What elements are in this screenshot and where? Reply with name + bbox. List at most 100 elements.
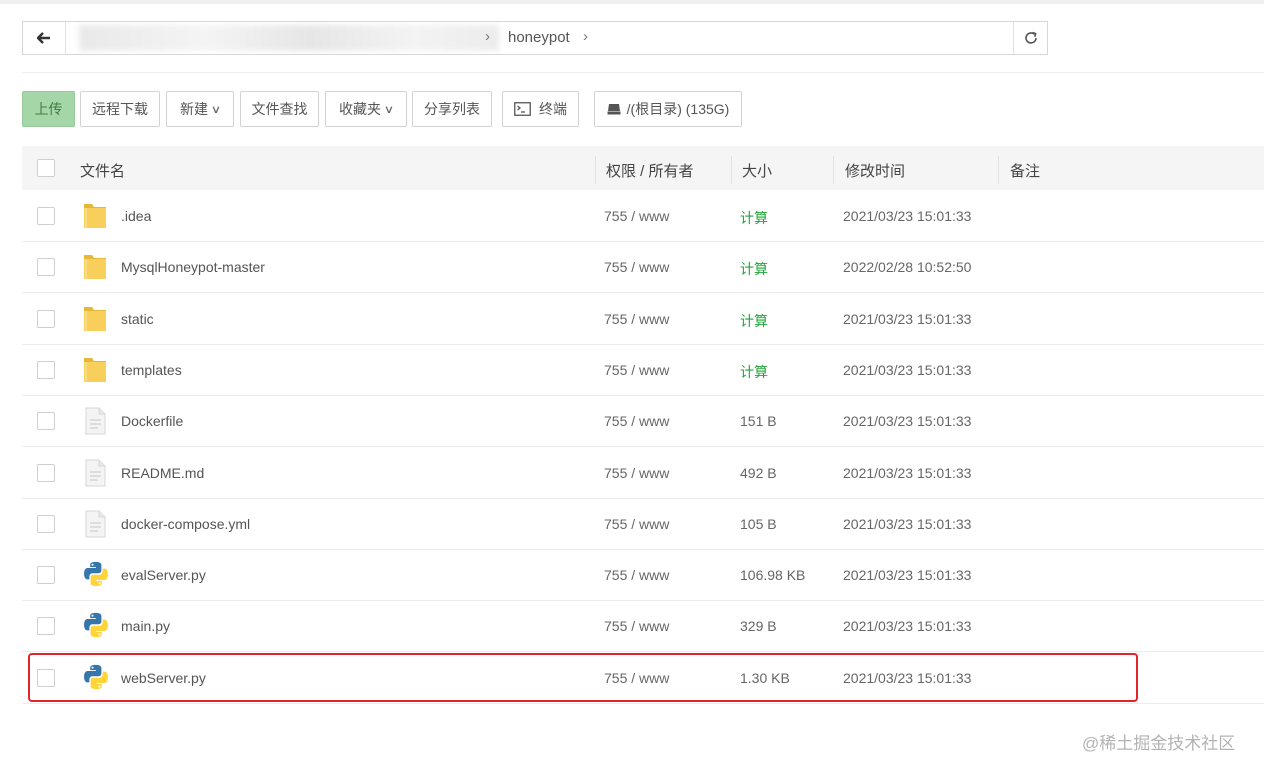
file-mtime: 2021/03/23 15:01:33 (843, 361, 972, 378)
file-name[interactable]: MysqlHoneypot-master (121, 259, 265, 275)
upload-button[interactable]: 上传 (22, 91, 75, 127)
file-mtime: 2021/03/23 15:01:33 (843, 208, 972, 224)
row-checkbox[interactable] (37, 617, 55, 636)
size-calculate-link[interactable]: 计算 (740, 208, 768, 228)
column-divider (998, 156, 999, 184)
table-row[interactable]: evalServer.py 755 / www 106.98 KB 2021/03/2… (22, 550, 1264, 602)
file-name[interactable]: webServer.py (121, 670, 206, 686)
chevron-down-icon: ∨ (383, 103, 395, 116)
file-name[interactable]: docker-compose.yml (121, 516, 250, 532)
file-size: 329 B (740, 618, 777, 635)
file-size: 1.30 KB (740, 669, 790, 686)
file-mtime: 2021/03/23 15:01:33 (843, 310, 972, 327)
file-permission[interactable]: 755 / www (604, 465, 669, 481)
row-checkbox[interactable] (37, 514, 55, 533)
file-mtime: 2021/03/23 15:01:33 (843, 515, 972, 532)
file-permission[interactable]: 755 / www (604, 208, 669, 224)
folder-icon (82, 201, 108, 231)
file-size: 151 B (740, 413, 777, 430)
file-name[interactable]: Dockerfile (121, 413, 183, 429)
upload-label: 上传 (34, 101, 63, 117)
disk-button[interactable]: /(根目录) (135G) (594, 91, 742, 127)
share-list-button[interactable]: 分享列表 (412, 91, 492, 127)
breadcrumb-item-honeypot[interactable]: honeypot (508, 29, 570, 46)
table-row[interactable]: MysqlHoneypot-master 755 / www 计算 2022/02/2… (22, 242, 1264, 294)
column-header-size[interactable]: 大小 (742, 160, 772, 181)
file-icon (82, 458, 108, 488)
table-row[interactable]: Dockerfile 755 / www 151 B 2021/03/23 15:01… (22, 396, 1264, 448)
column-header-note: 备注 (1010, 163, 1041, 180)
file-permission[interactable]: 755 / www (604, 413, 669, 429)
remote-download-label: 远程下载 (92, 101, 148, 117)
share-list-label: 分享列表 (424, 101, 480, 117)
terminal-label: 终端 (539, 101, 567, 117)
terminal-button[interactable]: 终端 (502, 91, 579, 127)
column-header-mtime[interactable]: 修改时间 (845, 160, 905, 181)
back-button[interactable] (23, 22, 66, 54)
table-row[interactable]: templates 755 / www 计算 2021/03/23 15:01:33 (22, 345, 1264, 396)
table-row[interactable]: static 755 / www 计算 2021/03/23 15:01:33 (22, 294, 1264, 345)
size-calculate-link[interactable]: 计算 (740, 311, 768, 331)
favorites-label: 收藏夹 (338, 101, 381, 117)
file-permission[interactable]: 755 / www (604, 567, 669, 583)
table-header: 文件名 权限 / 所有者 大小 修改时间 备注 (22, 146, 1264, 190)
row-checkbox[interactable] (37, 668, 55, 687)
file-permission[interactable]: 755 / www (604, 618, 669, 634)
folder-icon (82, 304, 108, 334)
file-mtime: 2021/03/23 15:01:33 (843, 618, 972, 635)
file-name[interactable]: evalServer.py (121, 567, 206, 583)
file-name[interactable]: main.py (121, 618, 170, 634)
file-mtime: 2022/02/28 10:52:50 (843, 259, 972, 276)
row-checkbox[interactable] (37, 258, 55, 277)
favorites-button[interactable]: 收藏夹 ∨ (325, 91, 407, 127)
disk-label: /(根目录) (135G) (626, 101, 730, 117)
file-permission[interactable]: 755 / www (604, 311, 669, 327)
row-checkbox[interactable] (37, 309, 55, 328)
remote-download-button[interactable]: 远程下载 (80, 91, 160, 127)
table-row[interactable]: main.py 755 / www 329 B 2021/03/23 15:01:33 (22, 601, 1264, 653)
file-permission[interactable]: 755 / www (604, 516, 669, 532)
row-checkbox[interactable] (37, 360, 55, 379)
column-divider (595, 156, 596, 184)
column-header-permission[interactable]: 权限 / 所有者 (606, 160, 694, 181)
table-row[interactable]: docker-compose.yml 755 / www 105 B 2021/03/… (22, 499, 1264, 550)
size-calculate-link[interactable]: 计算 (740, 362, 768, 382)
file-search-button[interactable]: 文件查找 (240, 91, 319, 127)
file-mtime: 2021/03/23 15:01:33 (843, 567, 972, 584)
file-mtime: 2021/03/23 15:01:33 (843, 669, 972, 686)
file-permission[interactable]: 755 / www (604, 259, 669, 275)
size-calculate-link[interactable]: 计算 (740, 259, 768, 279)
row-checkbox[interactable] (37, 463, 55, 482)
row-checkbox[interactable] (37, 566, 55, 585)
python-file-icon (82, 663, 108, 693)
select-all-checkbox[interactable] (37, 159, 55, 177)
column-divider (731, 156, 732, 184)
breadcrumb-separator: › (583, 28, 588, 45)
file-name[interactable]: .idea (121, 208, 151, 224)
python-file-icon (82, 611, 108, 641)
table-row[interactable]: webServer.py 755 / www 1.30 KB 2021/03/23 1… (22, 653, 1264, 704)
column-divider (833, 156, 834, 184)
terminal-icon (514, 102, 531, 116)
arrow-left-icon (37, 32, 50, 44)
file-permission[interactable]: 755 / www (604, 670, 669, 686)
breadcrumb-separator: › (485, 28, 490, 45)
new-button[interactable]: 新建 ∨ (166, 91, 234, 127)
folder-icon (82, 355, 108, 385)
row-checkbox[interactable] (37, 207, 55, 225)
file-search-label: 文件查找 (251, 101, 308, 117)
python-file-icon (82, 560, 108, 590)
file-name[interactable]: templates (121, 362, 182, 378)
table-row[interactable]: README.md 755 / www 492 B 2021/03/23 15:01:… (22, 448, 1264, 499)
table-row[interactable]: .idea 755 / www 计算 2021/03/23 15:01:33 (22, 191, 1264, 242)
file-mtime: 2021/03/23 15:01:33 (843, 464, 972, 481)
file-mtime: 2021/03/23 15:01:33 (843, 413, 972, 430)
file-permission[interactable]: 755 / www (604, 362, 669, 378)
refresh-icon (1024, 31, 1037, 44)
refresh-button[interactable] (1013, 22, 1047, 54)
file-name[interactable]: static (121, 311, 154, 327)
row-checkbox[interactable] (37, 412, 55, 431)
column-header-name[interactable]: 文件名 (80, 160, 125, 181)
file-name[interactable]: README.md (121, 465, 204, 481)
file-icon (82, 406, 108, 436)
